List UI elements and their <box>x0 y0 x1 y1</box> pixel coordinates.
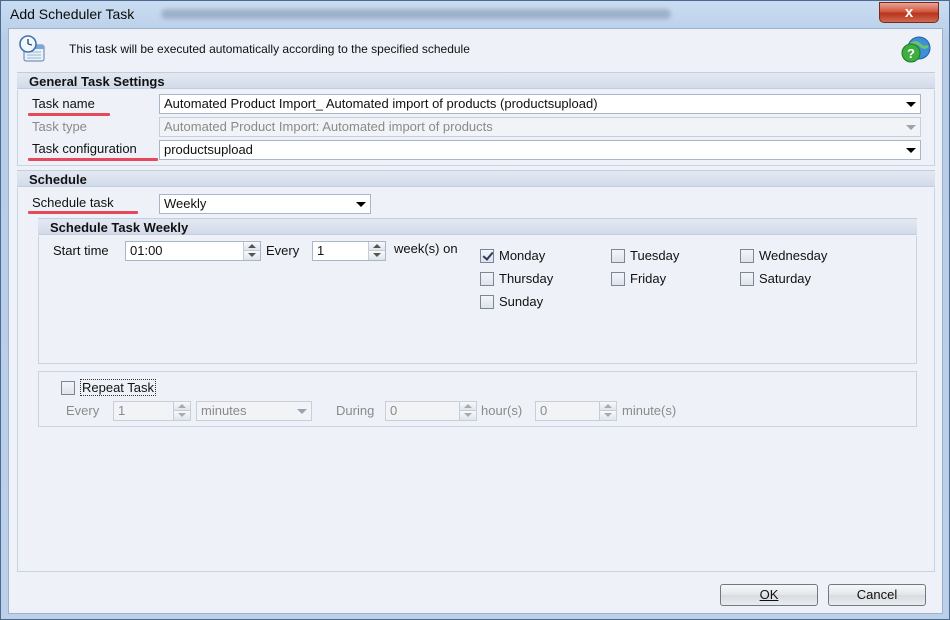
spin-up-icon <box>460 402 476 411</box>
checkbox-icon[interactable] <box>611 249 625 263</box>
spin-down-icon <box>600 411 616 420</box>
close-icon: x <box>904 4 914 21</box>
day-checkbox-thursday[interactable]: Thursday <box>480 271 553 287</box>
checkbox-icon[interactable] <box>480 295 494 309</box>
schedule-task-value: Weekly <box>164 196 207 211</box>
task-name-combo[interactable]: Automated Product Import_ Automated impo… <box>159 94 921 114</box>
schedule-panel: Schedule task Weekly Schedule Task Weekl… <box>17 188 935 572</box>
chevron-down-icon <box>297 409 307 414</box>
day-checkbox-saturday[interactable]: Saturday <box>740 271 811 287</box>
task-type-combo: Automated Product Import: Automated impo… <box>159 117 921 137</box>
schedule-task-combo[interactable]: Weekly <box>159 194 371 214</box>
checkbox-icon[interactable] <box>740 249 754 263</box>
info-text: This task will be executed automatically… <box>69 42 470 56</box>
schedule-task-label: Schedule task <box>32 195 114 210</box>
title-bar[interactable]: Add Scheduler Task x <box>1 1 949 27</box>
checkbox-icon[interactable] <box>480 272 494 286</box>
day-checkbox-tuesday[interactable]: Tuesday <box>611 248 679 264</box>
repeat-hours-input: 0 <box>385 401 477 421</box>
repeat-during-label: During <box>336 403 375 418</box>
window-title: Add Scheduler Task <box>10 6 135 22</box>
chevron-down-icon[interactable] <box>906 148 916 153</box>
schedule-task-highlight <box>28 211 138 214</box>
task-configuration-value: productsupload <box>164 142 253 157</box>
repeat-task-checkbox[interactable]: Repeat Task <box>61 379 157 396</box>
checkbox-icon[interactable] <box>611 272 625 286</box>
schedule-weekly-panel: Start time 01:00 Every 1 week(s) on Mond… <box>38 236 917 364</box>
spin-up-icon[interactable] <box>369 242 385 251</box>
start-time-input[interactable]: 01:00 <box>125 241 261 261</box>
every-weeks-value: 1 <box>317 243 325 258</box>
task-configuration-combo[interactable]: productsupload <box>159 140 921 160</box>
day-checkbox-sunday[interactable]: Sunday <box>480 294 543 310</box>
repeat-minutes-label: minute(s) <box>622 403 677 418</box>
task-type-label: Task type <box>32 119 87 134</box>
checkbox-icon[interactable] <box>61 381 75 395</box>
repeat-task-panel: Repeat Task Every 1 minutes During 0 hou… <box>38 371 917 427</box>
chevron-down-icon[interactable] <box>906 102 916 107</box>
spin-down-icon <box>174 411 190 420</box>
day-checkbox-monday[interactable]: Monday <box>480 248 545 264</box>
task-configuration-highlight <box>28 158 158 161</box>
spin-down-icon[interactable] <box>369 251 385 260</box>
help-globe-icon[interactable]: ? <box>900 35 932 65</box>
checkbox-icon[interactable] <box>740 272 754 286</box>
dialog-client-area: This task will be executed automatically… <box>8 28 943 614</box>
repeat-every-label: Every <box>66 403 100 418</box>
schedule-header: Schedule <box>17 170 935 187</box>
spin-up-icon <box>174 402 190 411</box>
task-name-highlight <box>28 113 110 116</box>
repeat-minutes-input: 0 <box>535 401 617 421</box>
spin-up-icon[interactable] <box>244 242 260 251</box>
general-settings-panel: Task name Automated Product Import_ Auto… <box>17 90 935 166</box>
close-button[interactable]: x <box>879 2 939 23</box>
repeat-every-input: 1 <box>113 401 191 421</box>
spin-down-icon <box>460 411 476 420</box>
title-blurred-region <box>161 9 671 19</box>
task-name-value: Automated Product Import_ Automated impo… <box>164 96 598 111</box>
info-bar: This task will be executed automatically… <box>9 29 942 69</box>
every-label: Every <box>266 243 300 258</box>
spin-up-icon <box>600 402 616 411</box>
schedule-weekly-header: Schedule Task Weekly <box>38 218 917 235</box>
ok-button[interactable]: OK <box>720 584 818 606</box>
cancel-button[interactable]: Cancel <box>828 584 926 606</box>
day-checkbox-friday[interactable]: Friday <box>611 271 666 287</box>
clock-calendar-icon <box>19 35 45 62</box>
repeat-unit-combo: minutes <box>196 401 312 421</box>
day-checkbox-wednesday[interactable]: Wednesday <box>740 248 827 264</box>
task-configuration-label: Task configuration <box>32 141 137 156</box>
task-type-value: Automated Product Import: Automated impo… <box>164 119 493 134</box>
chevron-down-icon[interactable] <box>356 202 366 207</box>
every-weeks-input[interactable]: 1 <box>312 241 386 261</box>
checkbox-icon[interactable] <box>480 249 494 263</box>
start-time-label: Start time <box>53 243 109 258</box>
start-time-value: 01:00 <box>130 243 163 258</box>
chevron-down-icon <box>906 125 916 130</box>
weeks-on-label: week(s) on <box>394 241 458 256</box>
repeat-hours-label: hour(s) <box>481 403 523 418</box>
add-scheduler-task-dialog: Add Scheduler Task x This task will be e… <box>0 0 950 620</box>
general-settings-header: General Task Settings <box>17 72 935 89</box>
task-name-label: Task name <box>32 96 95 111</box>
svg-text:?: ? <box>907 46 915 61</box>
spin-down-icon[interactable] <box>244 251 260 260</box>
